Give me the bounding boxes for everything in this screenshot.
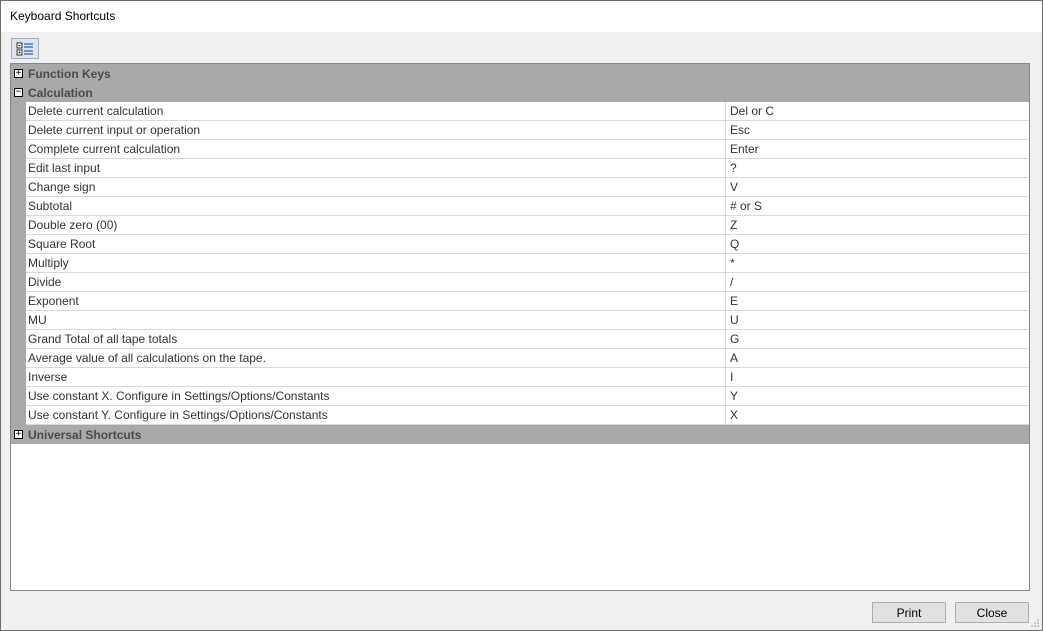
shortcut-row[interactable]: Edit last input? — [26, 159, 1029, 178]
column-divider — [725, 330, 726, 349]
shortcut-key: X — [730, 408, 739, 422]
print-button[interactable]: Print — [872, 602, 946, 623]
window-title: Keyboard Shortcuts — [10, 9, 116, 23]
column-divider — [725, 311, 726, 330]
shortcut-action: Square Root — [28, 237, 96, 251]
resize-grip-icon[interactable] — [1030, 618, 1040, 628]
column-divider — [725, 387, 726, 406]
shortcut-key: # or S — [730, 199, 763, 213]
shortcut-key: U — [730, 313, 739, 327]
column-divider — [725, 140, 726, 159]
shortcut-row[interactable]: Double zero (00) Z — [26, 216, 1029, 235]
shortcut-action: Multiply — [28, 256, 69, 270]
shortcut-row[interactable]: MU U — [26, 311, 1029, 330]
shortcut-action: Average value of all calculations on the… — [28, 351, 266, 365]
categorized-view-icon — [16, 42, 33, 55]
shortcut-row[interactable]: Inverse I — [26, 368, 1029, 387]
column-divider — [725, 406, 726, 425]
column-divider — [725, 178, 726, 197]
column-divider — [725, 273, 726, 292]
shortcut-action: Use constant X. Configure in Settings/Op… — [28, 389, 330, 403]
shortcut-row[interactable]: Average value of all calculations on the… — [26, 349, 1029, 368]
shortcut-row[interactable]: Use constant X. Configure in Settings/Op… — [26, 387, 1029, 406]
expand-icon[interactable]: + — [14, 430, 23, 439]
shortcuts-grid: + Function Keys − Calculation Delete cur… — [10, 63, 1030, 591]
column-divider — [725, 159, 726, 178]
shortcut-key: Y — [730, 389, 739, 403]
row-gutter — [11, 102, 26, 425]
category-function-keys[interactable]: + Function Keys — [11, 64, 1029, 83]
shortcut-key: G — [730, 332, 740, 346]
close-button[interactable]: Close — [955, 602, 1029, 623]
shortcut-action: Edit last input — [28, 161, 101, 175]
shortcut-row[interactable]: Complete current calculation Enter — [26, 140, 1029, 159]
shortcut-key: I — [730, 370, 734, 384]
shortcut-key: Del or C — [730, 104, 775, 118]
shortcut-row[interactable]: Multiply * — [26, 254, 1029, 273]
shortcut-row[interactable]: Grand Total of all tape totals G — [26, 330, 1029, 349]
column-divider — [725, 121, 726, 140]
shortcut-action: Divide — [28, 275, 62, 289]
shortcut-action: Inverse — [28, 370, 68, 384]
shortcut-key: Enter — [730, 142, 759, 156]
keyboard-shortcuts-window: Keyboard Shortcuts + Function Keys − Cal… — [0, 0, 1043, 631]
shortcut-action: Double zero (00) — [28, 218, 118, 232]
title-bar: Keyboard Shortcuts — [1, 1, 1042, 32]
shortcut-row[interactable]: Change sign V — [26, 178, 1029, 197]
column-divider — [725, 254, 726, 273]
shortcut-action: Delete current input or operation — [28, 123, 201, 137]
shortcut-row[interactable]: Use constant Y. Configure in Settings/Op… — [26, 406, 1029, 425]
expand-icon[interactable]: + — [14, 69, 23, 78]
shortcut-key: Q — [730, 237, 740, 251]
shortcut-key: / — [730, 275, 734, 289]
shortcut-row[interactable]: Divide / — [26, 273, 1029, 292]
shortcut-action: Exponent — [28, 294, 79, 308]
shortcut-key: E — [730, 294, 739, 308]
shortcut-key: A — [730, 351, 739, 365]
shortcut-row[interactable]: Delete current input or operation Esc — [26, 121, 1029, 140]
column-divider — [725, 197, 726, 216]
shortcut-row[interactable]: Exponent E — [26, 292, 1029, 311]
shortcut-key: Esc — [730, 123, 751, 137]
shortcut-key: Z — [730, 218, 738, 232]
category-label: Function Keys — [28, 67, 111, 81]
category-calculation[interactable]: − Calculation — [11, 83, 1029, 102]
shortcut-action: Change sign — [28, 180, 96, 194]
shortcut-row[interactable]: Subtotal # or S — [26, 197, 1029, 216]
shortcut-row[interactable]: Delete current calculation Del or C — [26, 102, 1029, 121]
column-divider — [725, 235, 726, 254]
shortcut-action: Use constant Y. Configure in Settings/Op… — [28, 408, 328, 422]
collapse-icon[interactable]: − — [14, 88, 23, 97]
shortcut-key: ? — [730, 161, 737, 175]
column-divider — [725, 349, 726, 368]
category-label: Calculation — [28, 86, 93, 100]
shortcut-key: * — [730, 256, 735, 270]
column-divider — [725, 102, 726, 121]
categorized-view-button[interactable] — [11, 38, 39, 59]
category-universal-shortcuts[interactable]: + Universal Shortcuts — [11, 425, 1029, 444]
shortcut-action: Complete current calculation — [28, 142, 181, 156]
shortcut-action: Subtotal — [28, 199, 73, 213]
shortcut-key: V — [730, 180, 739, 194]
shortcut-row[interactable]: Square Root Q — [26, 235, 1029, 254]
column-divider — [725, 292, 726, 311]
category-label: Universal Shortcuts — [28, 428, 142, 442]
shortcut-action: MU — [28, 313, 47, 327]
shortcut-action: Delete current calculation — [28, 104, 164, 118]
shortcut-action: Grand Total of all tape totals — [28, 332, 178, 346]
column-divider — [725, 368, 726, 387]
column-divider — [725, 216, 726, 235]
